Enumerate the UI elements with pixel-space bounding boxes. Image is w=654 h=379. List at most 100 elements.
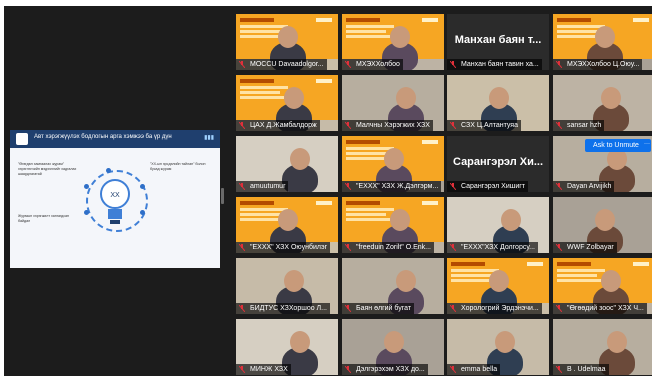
- participant-tile[interactable]: sansar hzh: [553, 75, 652, 131]
- mic-muted-icon: [345, 305, 351, 312]
- participant-name-label: "freeduin Zorilt" O.Enk...: [342, 242, 434, 253]
- cycle-node: [84, 210, 89, 215]
- mic-muted-icon: [556, 366, 562, 373]
- bar-chart-icon: ▮▮▮: [204, 135, 214, 141]
- participant-face: [501, 209, 521, 231]
- participant-tile[interactable]: "freeduin Zorilt" O.Enk...: [342, 197, 444, 253]
- participant-tile[interactable]: БИДТУС ХЗХоршоо Л...: [236, 258, 338, 314]
- mic-muted-icon: [345, 244, 351, 251]
- mic-muted-icon: [345, 122, 351, 129]
- slide-right-text: "ХХ-ын эрсдэлийн тайлан" болон бусад жур…: [150, 162, 206, 171]
- mic-muted-icon: [450, 366, 456, 373]
- participant-name-label: "Өгөөдий зоос" ХЗХ Ч...: [553, 303, 647, 314]
- participant-face: [278, 26, 298, 48]
- participant-tile[interactable]: Сарангэрэл Хи... Сарангэрэл Хишигт: [447, 136, 549, 192]
- bulb-label: ХХ: [110, 192, 120, 199]
- mic-muted-icon: [345, 366, 351, 373]
- participant-face: [284, 87, 304, 109]
- participant-display-name: Сарангэрэл Хи...: [452, 156, 544, 168]
- mic-muted-icon: [450, 183, 456, 190]
- participant-face: [607, 331, 627, 353]
- participant-face: [495, 331, 515, 353]
- mic-muted-icon: [556, 183, 562, 190]
- mic-muted-icon: [450, 61, 456, 68]
- participant-face: [595, 209, 615, 231]
- participant-tile[interactable]: amuutumur: [236, 136, 338, 192]
- participant-tile[interactable]: Баян өлгий бугат: [342, 258, 444, 314]
- ask-to-unmute-button[interactable]: Ask to Unmute: [585, 139, 647, 152]
- more-options-button[interactable]: ···: [643, 139, 651, 152]
- participant-face: [390, 209, 410, 231]
- participant-tile[interactable]: MOCCU Davaadolgor...: [236, 14, 338, 70]
- participant-tile[interactable]: Хорологрий Эрдэнэчи...: [447, 258, 549, 314]
- bank-logo-icon: [16, 133, 28, 145]
- mic-muted-icon: [450, 122, 456, 129]
- cycle-node: [140, 184, 145, 189]
- participant-name-label: "ЕХХХ" ХЗХ Ж.Дэлгэрм...: [342, 181, 442, 192]
- participant-name-label: Dayan Arvijikh: [553, 181, 615, 192]
- participant-tile[interactable]: B . Udelmaa: [553, 319, 652, 375]
- panel-resize-handle[interactable]: [221, 188, 224, 204]
- participant-face: [601, 270, 621, 292]
- slide-bottom-text: Журмын хэрэгжилт хангагдсан байдал: [18, 214, 69, 223]
- participant-name-label: "ЕХХХ"ХЗХ Долгорсу...: [447, 242, 538, 253]
- mic-muted-icon: [556, 61, 562, 68]
- participant-face: [284, 270, 304, 292]
- participant-face: [384, 148, 404, 170]
- participant-tile[interactable]: МХЭХХолбоо Ц.Оюу...: [553, 14, 652, 70]
- mic-muted-icon: [345, 183, 351, 190]
- participant-name-label: Манхан баян тавин ха...: [447, 59, 542, 70]
- participant-name-label: Дэлгэрэхэм ХЗХ до...: [342, 364, 428, 375]
- participant-face: [396, 270, 416, 292]
- cycle-node: [140, 210, 145, 215]
- mic-muted-icon: [239, 61, 245, 68]
- mic-muted-icon: [239, 305, 245, 312]
- participant-face: [489, 270, 509, 292]
- participant-tile[interactable]: ЦАХ Д.Жамбалдорж: [236, 75, 338, 131]
- mic-muted-icon: [450, 244, 456, 251]
- participant-tile[interactable]: "ЕХХХ" ХЗХ Оюунбилэг: [236, 197, 338, 253]
- zoom-gallery-window: Авт хэрэгжүүлэх бодлогын арга хэмжээ ба …: [4, 6, 652, 376]
- participant-name-label: "ЕХХХ" ХЗХ Оюунбилэг: [236, 242, 331, 253]
- participant-face: [489, 87, 509, 109]
- participant-name-label: Малчны Хэрэгжих ХЗХ: [342, 120, 433, 131]
- participant-tile[interactable]: "Өгөөдий зоос" ХЗХ Ч...: [553, 258, 652, 314]
- participant-tile[interactable]: "ЕХХХ"ХЗХ Долгорсу...: [447, 197, 549, 253]
- participant-face: [278, 209, 298, 231]
- participant-name-label: ЦАХ Д.Жамбалдорж: [236, 120, 320, 131]
- participant-name-label: WWF Zolbayar: [553, 242, 617, 253]
- mic-muted-icon: [239, 244, 245, 251]
- mic-muted-icon: [345, 61, 351, 68]
- participant-tile[interactable]: WWF Zolbayar: [553, 197, 652, 253]
- participant-face: [290, 331, 310, 353]
- participant-tile[interactable]: emma bella: [447, 319, 549, 375]
- participant-name-label: БИДТУС ХЗХоршоо Л...: [236, 303, 330, 314]
- participant-face: [396, 87, 416, 109]
- participant-tile[interactable]: МИНЖ ХЗХ: [236, 319, 338, 375]
- lightbulb-icon: ХХ: [100, 179, 130, 224]
- participant-name-label: Хорологрий Эрдэнэчи...: [447, 303, 542, 314]
- participant-face: [595, 26, 615, 48]
- cycle-node: [106, 168, 111, 173]
- mic-muted-icon: [450, 305, 456, 312]
- participant-name-label: МХЭХХолбоо Ц.Оюу...: [553, 59, 643, 70]
- shared-slide-title: Авт хэрэгжүүлэх бодлогын арга хэмжээ ба …: [34, 134, 172, 140]
- participant-display-name: Манхан баян т...: [454, 34, 542, 46]
- mic-muted-icon: [239, 122, 245, 129]
- shared-screen[interactable]: Авт хэрэгжүүлэх бодлогын арга хэмжээ ба …: [10, 130, 220, 268]
- participant-face: [290, 148, 310, 170]
- participant-name-label: MOCCU Davaadolgor...: [236, 59, 327, 70]
- mic-muted-icon: [239, 183, 245, 190]
- participant-name-label: Сарангэрэл Хишигт: [447, 181, 529, 192]
- slide-left-text: "Өгөгдөл хамгаалах журам" хэрэглэгчийн м…: [18, 162, 77, 176]
- participant-face: [390, 26, 410, 48]
- participant-tile[interactable]: "ЕХХХ" ХЗХ Ж.Дэлгэрм...: [342, 136, 444, 192]
- participant-tile[interactable]: Малчны Хэрэгжих ХЗХ: [342, 75, 444, 131]
- participant-tile[interactable]: Манхан баян т... Манхан баян тавин ха...: [447, 14, 549, 70]
- participant-tile[interactable]: МХЭХХолбоо: [342, 14, 444, 70]
- participant-tile[interactable]: СЗХ Ц.Алтантуяа: [447, 75, 549, 131]
- participant-face: [601, 87, 621, 109]
- participant-name-label: СЗХ Ц.Алтантуяа: [447, 120, 521, 131]
- participant-tile[interactable]: Дэлгэрэхэм ХЗХ до...: [342, 319, 444, 375]
- participant-name-label: Баян өлгий бугат: [342, 303, 415, 314]
